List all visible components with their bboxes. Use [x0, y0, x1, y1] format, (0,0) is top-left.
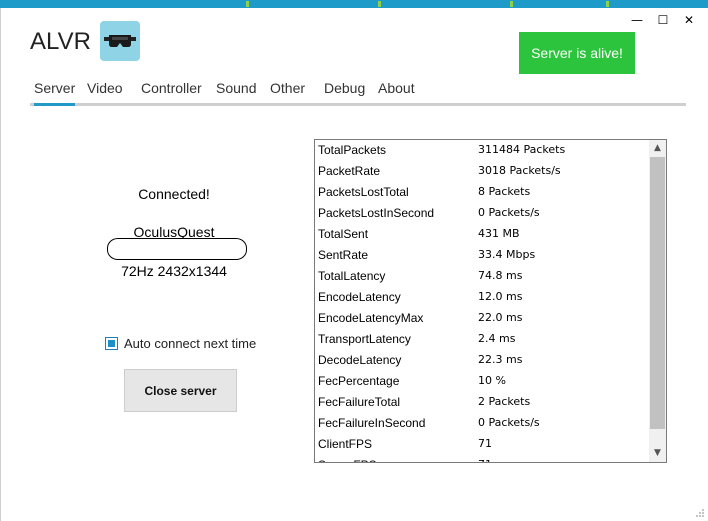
stats-scrollbar[interactable]: ▲ ▼ [649, 140, 666, 462]
stat-value: 22.3 ms [478, 353, 523, 366]
stat-key: EncodeLatencyMax [318, 311, 424, 325]
scroll-down-icon[interactable]: ▼ [649, 445, 666, 462]
device-resolution: 72Hz 2432x1344 [121, 263, 227, 279]
alvr-logo-icon [100, 21, 140, 61]
stat-row: TransportLatency 2.4 ms [315, 329, 649, 350]
stat-value: 2 Packets [478, 395, 531, 408]
strip-highlight [246, 1, 249, 7]
stat-row: SentRate 33.4 Mbps [315, 245, 649, 266]
stat-value: 71 [478, 458, 492, 462]
tab-server[interactable]: Server [34, 80, 76, 106]
stat-key: TotalPackets [318, 143, 387, 157]
desktop-top-strip [0, 0, 708, 8]
stat-key: FecPercentage [318, 374, 400, 388]
statistics-list[interactable]: TotalPackets 311484 Packets PacketRate 3018… [314, 139, 667, 463]
stat-row: ClientFPS 71 [315, 434, 649, 455]
tab-sound[interactable]: Sound [216, 80, 256, 103]
stat-value: 12.0 ms [478, 290, 523, 303]
resize-grip-icon[interactable] [695, 508, 705, 518]
stat-row: ServerFPS 71 [315, 455, 649, 462]
stat-row: DecodeLatency 22.3 ms [315, 350, 649, 371]
stat-row: EncodeLatencyMax 22.0 ms [315, 308, 649, 329]
vr-headset-icon [104, 35, 136, 47]
auto-connect-checkbox[interactable] [105, 337, 118, 350]
stat-value: 431 MB [478, 227, 520, 240]
stat-value: 10 % [478, 374, 506, 387]
stat-key: PacketRate [318, 164, 381, 178]
server-alive-badge: Server is alive! [519, 32, 635, 74]
stat-row: EncodeLatency 12.0 ms [315, 287, 649, 308]
stat-key: DecodeLatency [318, 353, 402, 367]
stat-row: PacketsLostTotal 8 Packets [315, 182, 649, 203]
maximize-button[interactable]: ☐ [650, 11, 676, 29]
stat-value: 2.4 ms [478, 332, 516, 345]
strip-highlight [510, 1, 513, 7]
stat-key: TotalSent [318, 227, 369, 241]
tab-bar: Server Video Controller Sound Other Debu… [30, 80, 686, 106]
stat-value: 0 Packets/s [478, 416, 540, 429]
stat-row: TotalLatency 74.8 ms [315, 266, 649, 287]
strip-highlight [378, 1, 381, 7]
close-server-button[interactable]: Close server [124, 369, 237, 412]
close-window-button[interactable]: ✕ [676, 11, 702, 29]
stat-value: 74.8 ms [478, 269, 523, 282]
tab-debug[interactable]: Debug [324, 80, 365, 103]
stat-key: FecFailureInSecond [318, 416, 426, 430]
stat-key: SentRate [318, 248, 369, 262]
statistics-rows: TotalPackets 311484 Packets PacketRate 3018… [315, 140, 649, 462]
stat-key: PacketsLostTotal [318, 185, 409, 199]
tab-video[interactable]: Video [87, 80, 123, 103]
scroll-thumb[interactable] [650, 157, 665, 429]
stat-value: 0 Packets/s [478, 206, 540, 219]
strip-highlight [606, 1, 609, 7]
auto-connect-row[interactable]: Auto connect next time [105, 336, 256, 351]
auto-connect-label: Auto connect next time [124, 336, 257, 351]
tab-other[interactable]: Other [270, 80, 305, 103]
stat-row: TotalSent 431 MB [315, 224, 649, 245]
stat-row: TotalPackets 311484 Packets [315, 140, 649, 161]
stat-key: ServerFPS [318, 458, 377, 462]
window-controls: — ☐ ✕ [624, 11, 702, 29]
stat-key: FecFailureTotal [318, 395, 401, 409]
stat-value: 33.4 Mbps [478, 248, 536, 261]
stat-key: EncodeLatency [318, 290, 401, 304]
stat-key: TotalLatency [318, 269, 386, 283]
stat-row: FecFailureInSecond 0 Packets/s [315, 413, 649, 434]
stat-value: 71 [478, 437, 492, 450]
app-title: ALVR [30, 28, 91, 55]
stat-key: ClientFPS [318, 437, 373, 451]
connection-status: Connected! [138, 186, 210, 202]
stat-value: 3018 Packets/s [478, 164, 561, 177]
stat-key: PacketsLostInSecond [318, 206, 435, 220]
scroll-up-icon[interactable]: ▲ [649, 140, 666, 157]
stat-row: PacketsLostInSecond 0 Packets/s [315, 203, 649, 224]
stat-row: FecPercentage 10 % [315, 371, 649, 392]
redacted-address [107, 238, 247, 260]
stat-value: 311484 Packets [478, 143, 566, 156]
stat-key: TransportLatency [318, 332, 411, 346]
minimize-button[interactable]: — [624, 11, 650, 29]
tab-about[interactable]: About [378, 80, 415, 103]
stat-value: 22.0 ms [478, 311, 523, 324]
alvr-window: — ☐ ✕ ALVR Server is alive! Server Video… [0, 8, 708, 521]
stat-row: FecFailureTotal 2 Packets [315, 392, 649, 413]
stat-row: PacketRate 3018 Packets/s [315, 161, 649, 182]
stat-value: 8 Packets [478, 185, 531, 198]
tab-controller[interactable]: Controller [141, 80, 202, 103]
